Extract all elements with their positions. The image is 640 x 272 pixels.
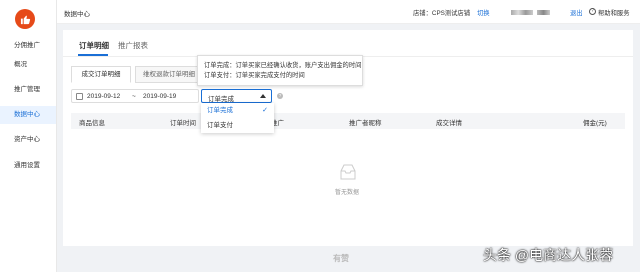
time-type-select-value: 订单完成 — [208, 96, 234, 103]
top-bar: 数据中心 店铺：CPS测试店铺 切换 退出 ? 帮助和服务 — [57, 0, 640, 24]
date-range-picker[interactable]: 2019-09-12 ~ 2019-09-19 — [71, 89, 199, 103]
empty-box-icon — [340, 164, 356, 180]
subtab-completed-orders[interactable]: 成交订单明细 — [71, 66, 131, 83]
breadcrumb: 数据中心 — [64, 11, 90, 18]
switch-store-link[interactable]: 切换 — [477, 8, 490, 17]
brand-logo-icon — [15, 9, 35, 29]
col-promoter-nickname: 推广者昵称 — [349, 120, 382, 127]
col-deal-detail: 成交详情 — [436, 120, 462, 127]
logout-link[interactable]: 退出 — [570, 8, 583, 17]
sidebar-item-general-settings[interactable]: 通用设置 — [0, 157, 56, 175]
sidebar-item-promo-manage[interactable]: 推广管理 — [0, 81, 56, 99]
caret-up-icon — [260, 94, 266, 98]
tab-promo-report[interactable]: 推广报表 — [118, 40, 148, 51]
dropdown-option-completed[interactable]: 订单完成 ✓ — [201, 104, 274, 118]
sidebar: 分佣推广 概况 推广管理 数据中心 资产中心 通用设置 — [0, 0, 57, 272]
footer-logo: 有赞 — [333, 254, 349, 263]
account-id-redacted — [537, 10, 550, 15]
date-separator: ~ — [132, 93, 136, 100]
empty-state-text: 暂无数据 — [335, 190, 360, 196]
calendar-icon — [76, 93, 83, 100]
date-end: 2019-09-19 — [143, 93, 177, 100]
time-type-tooltip: 订单完成：订单买家已经确认收货，账户支出佣金的时间 订单支付：订单买家完成支付的… — [197, 55, 363, 86]
check-icon: ✓ — [262, 107, 268, 114]
col-product-info: 商品信息 — [79, 120, 105, 127]
tooltip-line-completed: 订单完成：订单买家已经确认收货，账户支出佣金的时间 — [204, 62, 362, 69]
question-icon[interactable]: ? — [277, 93, 283, 99]
time-type-dropdown: 订单完成 ✓ 订单支付 — [201, 103, 274, 133]
subtab-refund-orders[interactable]: 维权退款订单明细 — [135, 66, 203, 83]
watermark-text: 头条 @电商达人张蓉 — [483, 247, 614, 263]
sidebar-item-data-center[interactable]: 数据中心 — [0, 106, 56, 124]
sidebar-item-overview[interactable]: 概况 — [0, 56, 56, 74]
sidebar-item-asset-center[interactable]: 资产中心 — [0, 131, 56, 149]
col-commission: 佣金(元) — [583, 120, 607, 127]
tab-order-detail[interactable]: 订单明细 — [79, 40, 109, 51]
store-label: 店铺：CPS测试店铺 — [413, 10, 471, 17]
dropdown-option-label: 订单完成 — [207, 107, 233, 114]
help-link[interactable]: 帮助和服务 — [598, 8, 629, 17]
table-header: 商品信息 订单时间 推广 推广者昵称 成交详情 佣金(元) — [71, 113, 625, 129]
tooltip-line-paid: 订单支付：订单买家完成支付的时间 — [204, 72, 305, 79]
date-start: 2019-09-12 — [87, 93, 121, 100]
sidebar-item-commission-promo[interactable]: 分佣推广 — [0, 37, 56, 55]
dropdown-option-paid[interactable]: 订单支付 — [201, 119, 274, 133]
account-name-redacted — [511, 10, 533, 15]
help-icon[interactable]: ? — [589, 8, 596, 15]
time-type-select[interactable]: 订单完成 — [201, 89, 272, 103]
col-order-time: 订单时间 — [170, 120, 196, 127]
